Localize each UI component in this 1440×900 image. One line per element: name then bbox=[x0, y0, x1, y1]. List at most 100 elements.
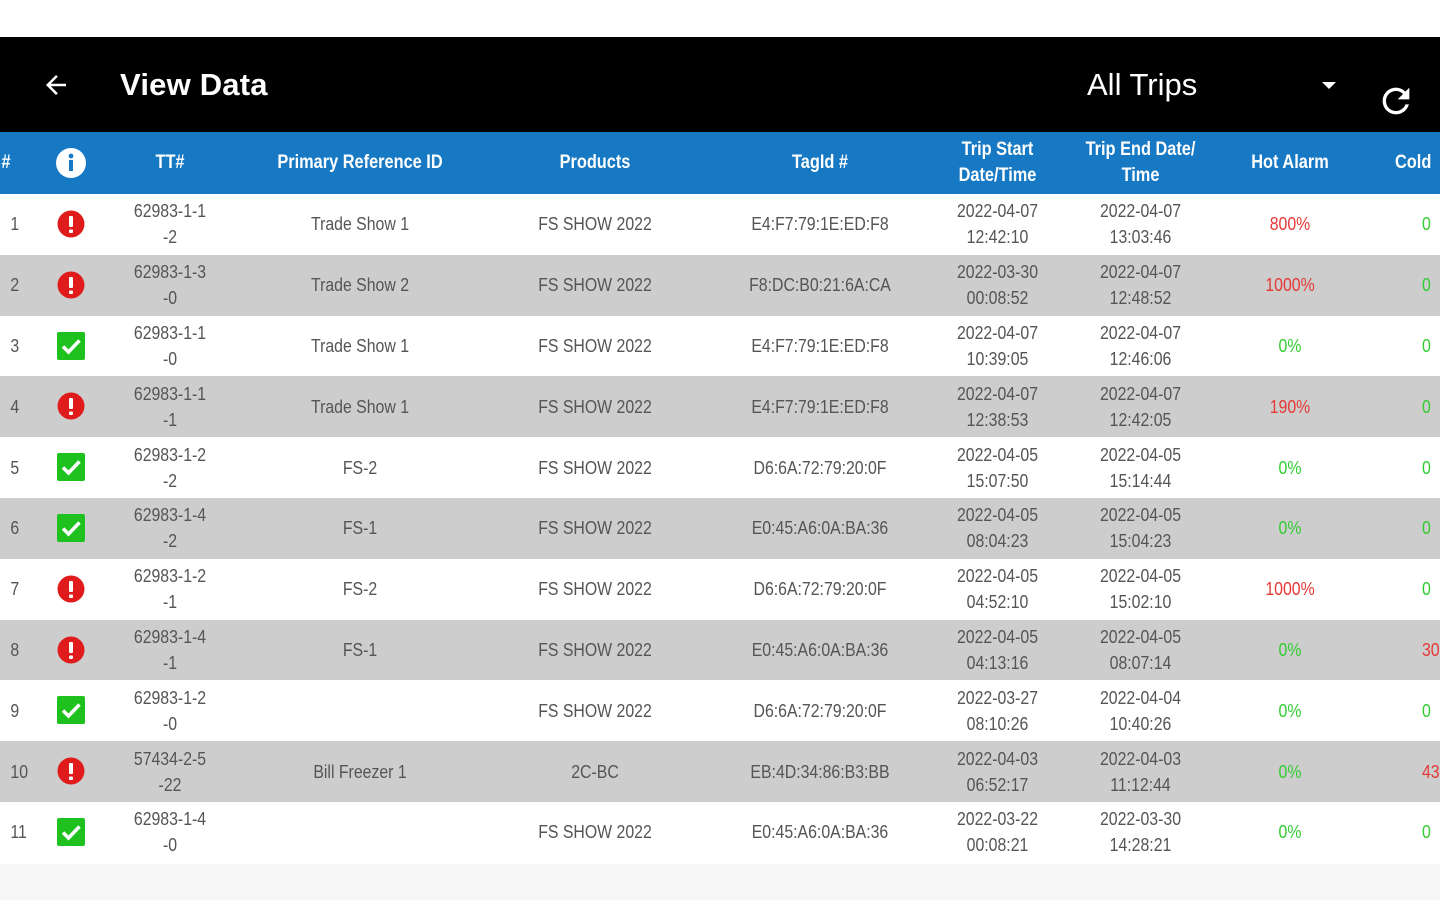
cell-trip-end: 2022-04-05 08:07:14 bbox=[1077, 620, 1205, 681]
cell-trip-end-line: 14:28:21 bbox=[1109, 835, 1172, 856]
cell-trip-start-line: 08:10:26 bbox=[966, 713, 1029, 734]
table-row[interactable]: 2 62983-1-3 -0 Trade Show 2 FS SHOW 2022 F8:D… bbox=[0, 254, 1440, 316]
cell-row-number: 8 bbox=[10, 639, 20, 660]
col-header-primary-reference[interactable]: Primary Reference ID bbox=[257, 132, 463, 194]
col-header-hot-alarm[interactable]: Hot Alarm bbox=[1234, 132, 1346, 194]
cell-tag-id: E0:45:A6:0A:BA:36 bbox=[751, 518, 889, 539]
cell-tag-id: F8:DC:B0:21:6A:CA bbox=[749, 275, 891, 296]
cell-cold-alarm: 0 bbox=[1422, 579, 1431, 600]
cell-tt-number-line: -2 bbox=[162, 470, 178, 491]
check-icon bbox=[57, 331, 85, 360]
cell-hot-alarm: 190% bbox=[1269, 396, 1311, 417]
cell-tt-number-line: -0 bbox=[162, 713, 178, 734]
cell-products: FS SHOW 2022 bbox=[538, 275, 652, 296]
col-header-trip-end-line2: Time bbox=[1121, 165, 1160, 186]
cell-tt-number: 62983-1-4 -1 bbox=[117, 620, 223, 681]
cell-tt-number-line: 62983-1-2 bbox=[133, 444, 207, 465]
cell-trip-end-line: 2022-03-30 bbox=[1099, 809, 1182, 830]
cell-tt-number-line: 62983-1-1 bbox=[133, 201, 207, 222]
cell-hot-alarm: 1000% bbox=[1265, 579, 1315, 600]
cell-tt-number-line: 62983-1-4 bbox=[133, 809, 207, 830]
cell-tt-number-line: -22 bbox=[158, 774, 182, 795]
cell-row-number: 11 bbox=[10, 822, 27, 843]
table-row[interactable]: 9 62983-1-2 -0 FS SHOW 2022 D6:6A:72:79:20:0… bbox=[0, 680, 1440, 742]
table-row[interactable]: 6 62983-1-4 -2 FS-1 FS SHOW 2022 E0:45:A6:0A:… bbox=[0, 497, 1440, 559]
cell-products: FS SHOW 2022 bbox=[538, 639, 652, 660]
cell-products: FS SHOW 2022 bbox=[538, 396, 652, 417]
cell-row-number: 10 bbox=[10, 761, 29, 782]
cell-cold-alarm: 43 bbox=[1422, 761, 1440, 782]
cell-trip-end: 2022-04-07 13:03:46 bbox=[1077, 194, 1205, 255]
col-header-number[interactable]: # bbox=[2, 132, 21, 194]
table-row[interactable]: 1 62983-1-1 -2 Trade Show 1 FS SHOW 2022 E4:F… bbox=[0, 194, 1440, 255]
cell-products: FS SHOW 2022 bbox=[538, 214, 652, 235]
bottom-area bbox=[0, 864, 1440, 900]
cell-trip-end: 2022-04-05 15:04:23 bbox=[1077, 498, 1205, 559]
check-icon bbox=[57, 817, 85, 846]
cell-trip-start: 2022-04-05 08:04:23 bbox=[938, 498, 1057, 559]
col-header-trip-start[interactable]: Trip Start Date/Time bbox=[939, 132, 1055, 194]
col-header-trip-start-line1: Trip Start bbox=[961, 139, 1034, 160]
cell-trip-end: 2022-04-07 12:46:06 bbox=[1077, 316, 1205, 377]
cell-hot-alarm: 0% bbox=[1278, 335, 1302, 356]
arrow-left-icon bbox=[46, 75, 66, 95]
cell-cold-alarm: 0 bbox=[1422, 700, 1431, 721]
cell-trip-start-line: 12:38:53 bbox=[966, 409, 1029, 430]
check-icon bbox=[57, 453, 85, 482]
table-row[interactable]: 11 62983-1-4 -0 FS SHOW 2022 E0:45:A6:0A:BA:… bbox=[0, 801, 1440, 863]
cell-primary-reference-id: Bill Freezer 1 bbox=[313, 761, 407, 782]
cell-trip-end: 2022-03-30 14:28:21 bbox=[1077, 802, 1205, 863]
col-header-cold-alarm[interactable]: Cold bbox=[1395, 132, 1440, 194]
table-row[interactable]: 4 62983-1-1 -1 Trade Show 1 FS SHOW 2022 E4:F… bbox=[0, 376, 1440, 438]
check-icon bbox=[57, 513, 85, 542]
cell-trip-start-line: 12:42:10 bbox=[966, 227, 1029, 248]
cell-trip-start-line: 2022-03-30 bbox=[956, 262, 1039, 283]
back-button[interactable] bbox=[38, 67, 74, 103]
cell-products: FS SHOW 2022 bbox=[538, 822, 652, 843]
cell-tt-number: 62983-1-4 -2 bbox=[117, 498, 223, 559]
cell-hot-alarm: 1000% bbox=[1265, 275, 1315, 296]
cell-tag-id: EB:4D:34:86:B3:BB bbox=[750, 761, 890, 782]
cell-tt-number: 62983-1-4 -0 bbox=[117, 802, 223, 863]
trip-filter-value: All Trips bbox=[1087, 66, 1198, 102]
cell-cold-alarm: 0 bbox=[1422, 822, 1431, 843]
cell-cold-alarm: 0 bbox=[1422, 518, 1431, 539]
cell-trip-end: 2022-04-03 11:12:44 bbox=[1077, 741, 1205, 802]
cell-tag-id: D6:6A:72:79:20:0F bbox=[753, 700, 887, 721]
table-row[interactable]: 7 62983-1-2 -1 FS-2 FS SHOW 2022 D6:6A:72:79:… bbox=[0, 558, 1440, 620]
cell-products: FS SHOW 2022 bbox=[538, 457, 652, 478]
col-header-tagid[interactable]: TagId # bbox=[734, 132, 906, 194]
table-row[interactable]: 10 57434-2-5 -22 Bill Freezer 1 2C-BC EB:4D:3… bbox=[0, 741, 1440, 802]
cell-trip-start: 2022-04-05 04:13:16 bbox=[938, 620, 1057, 681]
cell-tt-number-line: -2 bbox=[162, 531, 178, 552]
alarm-icon bbox=[57, 271, 85, 299]
cell-trip-end: 2022-04-07 12:48:52 bbox=[1077, 255, 1205, 316]
table-row[interactable]: 3 62983-1-1 -0 Trade Show 1 FS SHOW 2022 E4:F… bbox=[0, 315, 1440, 377]
cell-trip-end-line: 2022-04-04 bbox=[1099, 687, 1182, 708]
cell-products: FS SHOW 2022 bbox=[538, 335, 652, 356]
cell-tag-id: E4:F7:79:1E:ED:F8 bbox=[751, 214, 889, 235]
col-header-trip-end[interactable]: Trip End Date/ Time bbox=[1078, 132, 1203, 194]
cell-primary-reference-id: Trade Show 1 bbox=[310, 214, 410, 235]
table-row[interactable]: 8 62983-1-4 -1 FS-1 FS SHOW 2022 E0:45:A6:0A:… bbox=[0, 619, 1440, 681]
cell-trip-end-line: 12:48:52 bbox=[1109, 288, 1172, 309]
cell-tt-number: 62983-1-2 -2 bbox=[117, 437, 223, 498]
cell-tt-number-line: 62983-1-1 bbox=[133, 322, 207, 343]
col-header-status[interactable] bbox=[52, 132, 90, 194]
cell-primary-reference-id: FS-2 bbox=[342, 579, 378, 600]
refresh-button[interactable] bbox=[1374, 79, 1418, 123]
cell-primary-reference-id: Trade Show 2 bbox=[310, 275, 410, 296]
cell-trip-start-line: 2022-04-07 bbox=[956, 383, 1039, 404]
cell-tag-id: D6:6A:72:79:20:0F bbox=[753, 457, 887, 478]
col-header-tt[interactable]: TT# bbox=[118, 132, 221, 194]
trip-filter-dropdown[interactable]: All Trips bbox=[1080, 37, 1350, 132]
alarm-icon bbox=[57, 392, 85, 420]
cell-trip-start-line: 2022-04-05 bbox=[956, 566, 1039, 587]
cell-tt-number-line: -2 bbox=[162, 227, 178, 248]
col-header-products[interactable]: Products bbox=[513, 132, 676, 194]
check-icon bbox=[57, 696, 85, 725]
table-row[interactable]: 5 62983-1-2 -2 FS-2 FS SHOW 2022 D6:6A:72:79:… bbox=[0, 437, 1440, 498]
cell-products: FS SHOW 2022 bbox=[538, 518, 652, 539]
cell-trip-end-line: 15:04:23 bbox=[1109, 531, 1172, 552]
cell-tt-number-line: 62983-1-1 bbox=[133, 383, 207, 404]
